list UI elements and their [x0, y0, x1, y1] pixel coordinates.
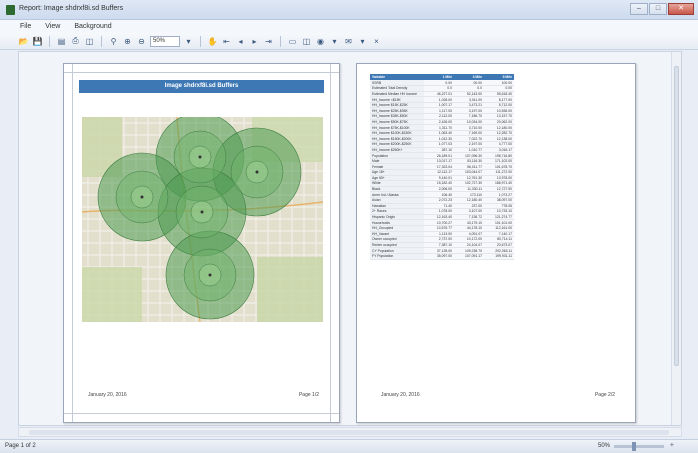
save-icon[interactable]: 💾: [32, 36, 43, 47]
margin-guide: [72, 64, 73, 422]
close-preview-icon[interactable]: ×: [371, 36, 382, 47]
menu-background[interactable]: Background: [74, 23, 111, 30]
watermark-icon[interactable]: ✉: [343, 36, 354, 47]
zoom-slider[interactable]: [614, 442, 664, 451]
window-title: Report: Image shdrxf8i.sd Buffers: [19, 5, 124, 12]
report-page-1: Image shdrxf8i.sd Buffers January 20, 20…: [63, 63, 340, 423]
zoom-in-icon[interactable]: ⊕: [122, 36, 133, 47]
map-farmland: [257, 257, 323, 322]
report-title-banner: Image shdrxf8i.sd Buffers: [79, 80, 324, 93]
window-controls: – □ ✕: [630, 3, 694, 15]
menu-file[interactable]: File: [20, 23, 31, 30]
background-color-icon[interactable]: ◉: [315, 36, 326, 47]
margin-guide: [64, 72, 339, 73]
table-cell: 199,931.11: [484, 253, 514, 260]
chevron-down-icon[interactable]: ▾: [183, 36, 194, 47]
toolbar: 📂 💾 ▤ ⎙ ◫ ⚲ ⊕ ⊖ 50% ▾ ✋ ⇤ ◂ ▸ ⇥ ▭ ◫ ◉ ▾ …: [0, 33, 698, 50]
margin-guide: [330, 64, 331, 422]
toolbar-separator: [49, 35, 50, 47]
margin-guide: [64, 413, 339, 414]
page-setup-icon[interactable]: ▤: [56, 36, 67, 47]
zoom-out-icon[interactable]: ⊖: [136, 36, 147, 47]
scrollbar-thumb[interactable]: [674, 66, 679, 366]
chevron-down-icon[interactable]: ▾: [329, 36, 340, 47]
zoom-plus-icon[interactable]: +: [670, 442, 674, 449]
maximize-button[interactable]: □: [649, 3, 667, 15]
site-marker: [140, 195, 144, 199]
site-marker: [208, 273, 212, 277]
find-icon[interactable]: ⚲: [108, 36, 119, 47]
page-footer-number: Page 2/2: [594, 392, 615, 398]
preview-workspace[interactable]: Image shdrxf8i.sd Buffers January 20, 20…: [18, 51, 682, 426]
zoom-select[interactable]: 50%: [150, 35, 180, 47]
menu-bar: File View Background: [0, 20, 698, 33]
single-page-icon[interactable]: ▭: [287, 36, 298, 47]
minimize-button[interactable]: –: [630, 3, 648, 15]
close-button[interactable]: ✕: [668, 3, 694, 15]
print-icon[interactable]: ⎙: [70, 36, 81, 47]
site-marker: [200, 210, 204, 214]
status-bar: Page 1 of 2 50% +: [0, 439, 698, 453]
site-marker: [198, 155, 202, 159]
horizontal-scrollbar[interactable]: [18, 427, 682, 437]
title-bar: Report: Image shdrxf8i.sd Buffers – □ ✕: [0, 0, 698, 20]
demographics-table: Variable 1 Mile 3 Mile 5 Mile SSRB 0.00 00…: [370, 74, 514, 260]
table-body: SSRB 0.00 00.00 100.00 Estimated Total Densi…: [370, 80, 514, 260]
buffer-map: [82, 117, 323, 322]
zoom-slider-handle[interactable]: [632, 442, 636, 451]
page-footer-date: January 20, 2016: [88, 392, 127, 398]
multi-page-icon[interactable]: ◫: [301, 36, 312, 47]
table-row-label: FY Population: [370, 253, 424, 260]
hand-icon[interactable]: ✋: [207, 36, 218, 47]
map-farmland: [82, 267, 142, 322]
table-cell: 107,091.17: [454, 253, 484, 260]
export-icon[interactable]: ◫: [84, 36, 95, 47]
open-icon[interactable]: 📂: [18, 36, 29, 47]
previous-page-icon[interactable]: ◂: [235, 36, 246, 47]
site-marker: [255, 170, 259, 174]
zoom-level: 50%: [597, 443, 610, 449]
page-footer-date: January 20, 2016: [381, 392, 420, 398]
table-row-label: Estimated Median HH Income: [370, 91, 424, 98]
table-row: FY Population 35,097.00 107,091.17 199,931.…: [370, 253, 514, 260]
last-page-icon[interactable]: ⇥: [263, 36, 274, 47]
app-icon: [6, 5, 15, 15]
table-cell: 35,097.00: [424, 253, 454, 260]
chevron-down-icon[interactable]: ▾: [357, 36, 368, 47]
page-indicator: Page 1 of 2: [5, 443, 36, 449]
report-page-2: Variable 1 Mile 3 Mile 5 Mile SSRB 0.00 00…: [356, 63, 636, 423]
first-page-icon[interactable]: ⇤: [221, 36, 232, 47]
page-footer-number: Page 1/2: [298, 392, 319, 398]
toolbar-separator: [101, 35, 102, 47]
menu-view[interactable]: View: [45, 23, 60, 30]
next-page-icon[interactable]: ▸: [249, 36, 260, 47]
vertical-scrollbar[interactable]: [671, 52, 681, 425]
toolbar-separator: [280, 35, 281, 47]
scrollbar-thumb[interactable]: [29, 430, 669, 435]
toolbar-separator: [200, 35, 201, 47]
